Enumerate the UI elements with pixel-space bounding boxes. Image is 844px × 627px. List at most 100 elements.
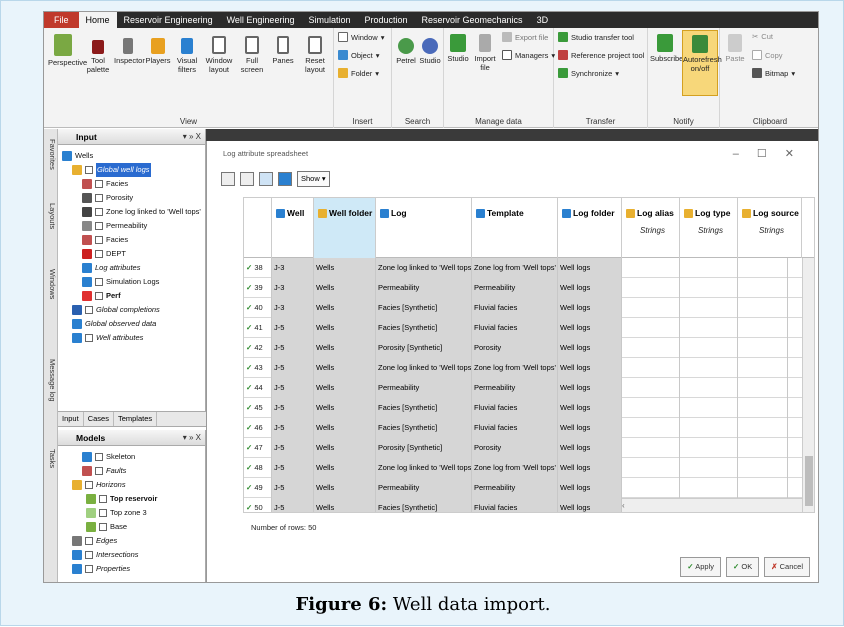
- cell-log[interactable]: Porosity [Synthetic]: [376, 338, 472, 358]
- cell-well[interactable]: J-3: [272, 298, 314, 318]
- checkbox[interactable]: [85, 565, 93, 573]
- perspective-button[interactable]: Perspective: [48, 34, 87, 67]
- column-header-template[interactable]: Template: [472, 198, 558, 258]
- cell-empty[interactable]: [622, 318, 680, 338]
- cell-log[interactable]: Facies [Synthetic]: [376, 318, 472, 338]
- checkbox[interactable]: [99, 523, 107, 531]
- input-tree-item[interactable]: DEPT: [82, 247, 126, 261]
- cell-logfolder[interactable]: Well logs: [558, 258, 622, 278]
- refresh-icon[interactable]: [259, 172, 273, 186]
- cell-folder[interactable]: Wells: [314, 278, 376, 298]
- models-tree-item[interactable]: Horizons: [72, 478, 126, 492]
- cell-logfolder[interactable]: Well logs: [558, 298, 622, 318]
- cell-logfolder[interactable]: Well logs: [558, 498, 622, 512]
- checkbox[interactable]: [95, 250, 103, 258]
- cell-folder[interactable]: Wells: [314, 338, 376, 358]
- cell-empty[interactable]: [622, 478, 680, 498]
- input-tree-item[interactable]: Porosity: [82, 191, 133, 205]
- cell-log[interactable]: Facies [Synthetic]: [376, 298, 472, 318]
- cell-log[interactable]: Facies [Synthetic]: [376, 418, 472, 438]
- checkbox[interactable]: [95, 467, 103, 475]
- input-tree-item[interactable]: Perf: [82, 289, 121, 303]
- window-controls[interactable]: –☐✕: [733, 141, 812, 167]
- table-row[interactable]: ✓ 38 J-3 Wells Zone log linked to 'Well top…: [244, 258, 814, 278]
- cell-empty[interactable]: [680, 258, 738, 278]
- input-tree-item[interactable]: Zone log linked to 'Well tops': [82, 205, 201, 219]
- input-tree-item[interactable]: Global well logs: [72, 163, 151, 177]
- table-row[interactable]: ✓ 44 J-5 Wells Permeability Permeability Well…: [244, 378, 814, 398]
- cell-logfolder[interactable]: Well logs: [558, 418, 622, 438]
- cell-empty[interactable]: [680, 418, 738, 438]
- cell-log[interactable]: Zone log linked to 'Well tops': [376, 258, 472, 278]
- table-row[interactable]: ✓ 43 J-5 Wells Zone log linked to 'Well top…: [244, 358, 814, 378]
- studio-search-button[interactable]: Studio: [418, 34, 442, 65]
- cell-template[interactable]: Zone log from 'Well tops': [472, 458, 558, 478]
- checkbox[interactable]: [85, 306, 93, 314]
- checkbox[interactable]: [85, 166, 93, 174]
- spreadsheet-icon[interactable]: [221, 172, 235, 186]
- cell-well[interactable]: J-3: [272, 258, 314, 278]
- models-tree-item[interactable]: Top reservoir: [86, 492, 157, 506]
- table-row[interactable]: ✓ 41 J-5 Wells Facies [Synthetic] Fluvial fa…: [244, 318, 814, 338]
- ribbon-tab-3d[interactable]: 3D: [530, 12, 556, 28]
- models-tree-item[interactable]: Top zone 3: [86, 506, 147, 520]
- cell-log[interactable]: Facies [Synthetic]: [376, 498, 472, 512]
- cell-folder[interactable]: Wells: [314, 258, 376, 278]
- column-header-log-alias[interactable]: Log alias Strings: [622, 198, 680, 258]
- cell-empty[interactable]: [738, 338, 788, 358]
- cell-folder[interactable]: Wells: [314, 478, 376, 498]
- cell-folder[interactable]: Wells: [314, 418, 376, 438]
- column-header-well[interactable]: Well: [272, 198, 314, 258]
- ribbon-tab-home[interactable]: Home: [78, 12, 117, 28]
- cell-empty[interactable]: [622, 338, 680, 358]
- full-screen-button[interactable]: Full screen: [238, 34, 266, 74]
- cell-empty[interactable]: [680, 398, 738, 418]
- checkbox[interactable]: [85, 481, 93, 489]
- cell-logfolder[interactable]: Well logs: [558, 358, 622, 378]
- cell-empty[interactable]: [738, 258, 788, 278]
- checkbox[interactable]: [85, 551, 93, 559]
- paste-button[interactable]: Paste: [722, 34, 748, 63]
- table-row[interactable]: ✓ 45 J-5 Wells Facies [Synthetic] Fluvial fa…: [244, 398, 814, 418]
- synchronize-button[interactable]: Synchronize ▾: [558, 68, 619, 78]
- column-header-log[interactable]: Log: [376, 198, 472, 258]
- cell-template[interactable]: Permeability: [472, 478, 558, 498]
- cell-well[interactable]: J-5: [272, 418, 314, 438]
- cell-template[interactable]: Porosity: [472, 438, 558, 458]
- reference-project-button[interactable]: Reference project tool: [558, 50, 644, 60]
- cell-empty[interactable]: [738, 278, 788, 298]
- input-tree-item[interactable]: Log attributes: [82, 261, 140, 275]
- cell-template[interactable]: Fluvial facies: [472, 318, 558, 338]
- cell-empty[interactable]: [680, 358, 738, 378]
- table-row[interactable]: ✓ 42 J-5 Wells Porosity [Synthetic] Porosity…: [244, 338, 814, 358]
- cell-empty[interactable]: [680, 378, 738, 398]
- studio-button[interactable]: Studio: [446, 34, 470, 63]
- table-row[interactable]: ✓ 40 J-3 Wells Facies [Synthetic] Fluvial fa…: [244, 298, 814, 318]
- table-icon[interactable]: [240, 172, 254, 186]
- cell-well[interactable]: J-5: [272, 458, 314, 478]
- input-panel-controls[interactable]: ▾ » X: [183, 129, 201, 145]
- bitmap-button[interactable]: Bitmap ▾: [752, 68, 795, 78]
- models-panel-controls[interactable]: ▾ » X: [183, 430, 201, 446]
- side-tab-tasks[interactable]: Tasks: [45, 449, 57, 468]
- players-button[interactable]: Players: [144, 34, 172, 65]
- checkbox[interactable]: [99, 495, 107, 503]
- cell-well[interactable]: J-5: [272, 438, 314, 458]
- ribbon-tab-file[interactable]: File: [44, 12, 79, 28]
- cell-empty[interactable]: [738, 438, 788, 458]
- cell-log[interactable]: Porosity [Synthetic]: [376, 438, 472, 458]
- cell-empty[interactable]: [680, 298, 738, 318]
- ribbon-tab-well-engineering[interactable]: Well Engineering: [220, 12, 302, 28]
- side-tab-layouts[interactable]: Layouts: [45, 203, 57, 229]
- cell-folder[interactable]: Wells: [314, 358, 376, 378]
- cell-logfolder[interactable]: Well logs: [558, 438, 622, 458]
- studio-transfer-button[interactable]: Studio transfer tool: [558, 32, 634, 42]
- column-header-well-folder[interactable]: Well folder: [314, 198, 376, 258]
- import-file-button[interactable]: Import file: [472, 34, 498, 72]
- ribbon-tab-reservoir-geomechanics[interactable]: Reservoir Geomechanics: [415, 12, 530, 28]
- cell-folder[interactable]: Wells: [314, 378, 376, 398]
- models-tree-item[interactable]: Intersections: [72, 548, 139, 562]
- autorefresh-toggle[interactable]: Autorefresh on/off: [682, 30, 722, 96]
- cell-template[interactable]: Permeability: [472, 378, 558, 398]
- cell-empty[interactable]: [680, 278, 738, 298]
